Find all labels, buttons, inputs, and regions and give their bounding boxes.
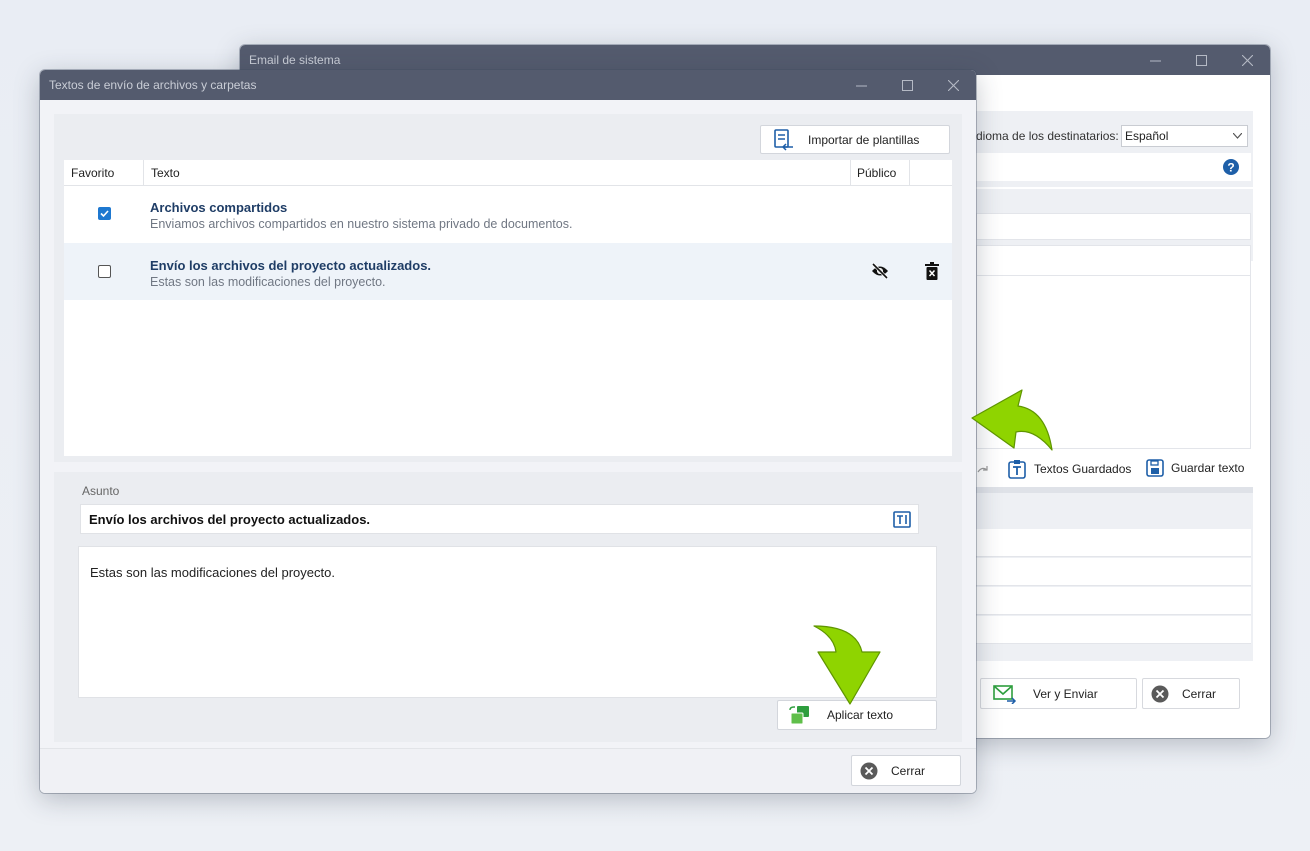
dialog-title: Textos de envío de archivos y carpetas	[49, 78, 257, 92]
texts-table: Favorito Texto Público Archivos comparti…	[64, 160, 952, 456]
saved-texts-button[interactable]: Textos Guardados	[1008, 459, 1131, 479]
row-description: Estas son las modificaciones del proyect…	[150, 275, 386, 289]
subject-field[interactable]: Envío los archivos del proyecto actualiz…	[80, 504, 919, 534]
table-row[interactable]: Archivos compartidos Enviamos archivos c…	[64, 186, 952, 243]
mail-send-icon	[993, 684, 1017, 704]
minimize-icon	[855, 85, 867, 86]
language-select[interactable]: Español	[1121, 125, 1248, 147]
table-header: Favorito Texto Público	[64, 160, 952, 186]
checkbox-checked-icon	[100, 210, 109, 218]
subject-label: Asunto	[82, 484, 120, 498]
bg-input-2[interactable]	[976, 245, 1251, 277]
dialog-minimize-button[interactable]	[838, 70, 884, 100]
text-field-icon[interactable]	[893, 511, 911, 528]
language-value: Español	[1125, 129, 1169, 143]
bg-options-panel: dioma de los destinatarios: Español ?	[976, 111, 1253, 187]
row-title: Archivos compartidos	[150, 200, 288, 215]
bg-field-row: ?	[976, 153, 1251, 181]
eye-off-icon[interactable]	[871, 263, 889, 279]
apply-text-label: Aplicar texto	[827, 708, 894, 722]
column-separator	[143, 160, 144, 186]
dialog-close-button[interactable]	[930, 70, 976, 100]
bg-list-row[interactable]	[976, 529, 1251, 557]
import-templates-button[interactable]: Importar de plantillas	[760, 125, 950, 154]
apply-text-icon	[789, 706, 809, 725]
table-row-selected[interactable]: Envío los archivos del proyecto actualiz…	[64, 243, 952, 300]
redo-icon[interactable]	[976, 463, 990, 477]
save-text-label: Guardar texto	[1171, 461, 1245, 475]
bg-close-dialog-button[interactable]: Cerrar	[1142, 678, 1240, 709]
dialog-footer: Cerrar	[40, 748, 976, 793]
save-disk-icon	[1146, 459, 1164, 477]
dialog-maximize-button[interactable]	[884, 70, 930, 100]
import-templates-icon	[774, 128, 793, 151]
bg-minimize-button[interactable]	[1132, 45, 1178, 75]
view-send-button[interactable]: Ver y Enviar	[980, 678, 1137, 709]
svg-text:?: ?	[1227, 161, 1234, 175]
favorite-checkbox[interactable]	[98, 207, 111, 220]
texts-list-panel: Importar de plantillas Favorito Texto Pú…	[54, 114, 962, 462]
cancel-circle-icon	[1151, 685, 1169, 702]
bg-input[interactable]	[976, 213, 1251, 240]
column-public[interactable]: Público	[857, 160, 896, 186]
column-separator	[850, 160, 851, 186]
favorite-checkbox[interactable]	[98, 265, 111, 278]
dialog-close-label: Cerrar	[891, 763, 926, 778]
dialog-titlebar: Textos de envío de archivos y carpetas	[40, 70, 976, 100]
saved-texts-icon	[1008, 460, 1026, 479]
maximize-icon	[1195, 54, 1207, 66]
save-text-button[interactable]: Guardar texto	[1146, 459, 1244, 477]
dropdown-chevron-icon	[1233, 133, 1242, 139]
row-description: Enviamos archivos compartidos en nuestro…	[150, 217, 573, 231]
saved-texts-label: Textos Guardados	[1034, 462, 1132, 476]
trash-icon[interactable]	[925, 262, 939, 280]
dialog-close-footer-button[interactable]: Cerrar	[851, 755, 961, 786]
cancel-circle-icon	[860, 762, 878, 779]
view-send-label: Ver y Enviar	[1033, 686, 1098, 701]
import-templates-label: Importar de plantillas	[808, 132, 920, 147]
green-annotation-arrow-down	[813, 625, 881, 705]
bg-maximize-button[interactable]	[1178, 45, 1224, 75]
column-text[interactable]: Texto	[151, 160, 180, 186]
help-icon[interactable]: ?	[1223, 159, 1239, 175]
bg-window-title: Email de sistema	[249, 53, 341, 67]
maximize-icon	[901, 79, 913, 91]
column-separator	[909, 160, 910, 186]
body-textarea[interactable]: Estas son las modificaciones del proyect…	[78, 546, 937, 698]
close-icon	[1241, 54, 1253, 66]
bg-list-row[interactable]	[976, 616, 1251, 644]
bg-close-label: Cerrar	[1182, 686, 1217, 701]
bg-close-button[interactable]	[1224, 45, 1270, 75]
bg-list-row[interactable]	[976, 558, 1251, 586]
column-favorite[interactable]: Favorito	[71, 160, 114, 186]
bg-editor-toolbar: Textos Guardados Guardar texto	[976, 455, 1253, 485]
bg-list-panel	[976, 493, 1253, 661]
row-title: Envío los archivos del proyecto actualiz…	[150, 258, 432, 273]
green-annotation-arrow-left	[971, 389, 1053, 451]
close-icon	[947, 79, 959, 91]
subject-value: Envío los archivos del proyecto actualiz…	[89, 512, 371, 527]
language-label: dioma de los destinatarios:	[976, 129, 1119, 143]
body-text: Estas son las modificaciones del proyect…	[90, 565, 335, 580]
bg-list-row[interactable]	[976, 587, 1251, 615]
minimize-icon	[1149, 60, 1161, 61]
